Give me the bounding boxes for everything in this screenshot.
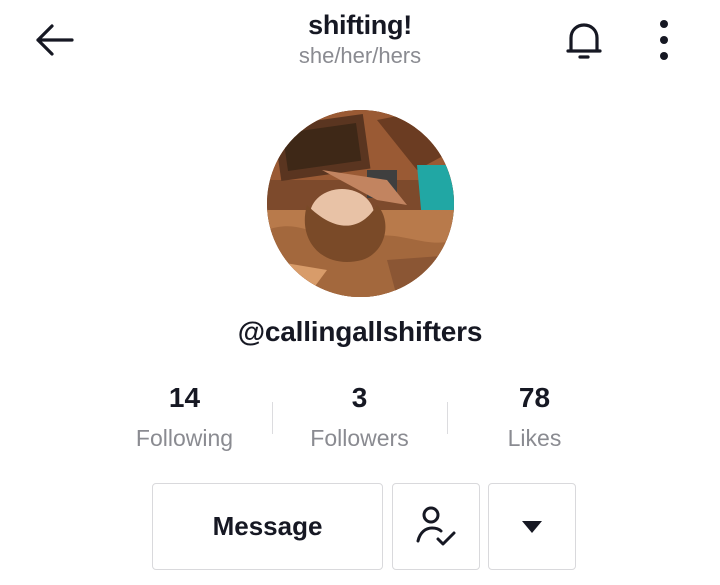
notifications-button[interactable] — [560, 16, 608, 64]
stat-likes[interactable]: 78 Likes — [447, 378, 622, 458]
profile-stats: 14 Following 3 Followers 78 Likes — [97, 378, 623, 458]
avatar[interactable] — [267, 110, 454, 297]
stat-divider — [447, 402, 448, 434]
message-button[interactable]: Message — [152, 483, 383, 570]
stat-value: 14 — [168, 382, 201, 413]
stat-following[interactable]: 14 Following — [97, 378, 272, 458]
stat-label: Followers — [310, 425, 409, 451]
page-title: shifting! — [308, 10, 412, 40]
more-options-button[interactable] — [648, 16, 680, 64]
following-status-button[interactable] — [392, 483, 480, 570]
stat-followers[interactable]: 3 Followers — [272, 378, 447, 458]
stat-divider — [272, 402, 273, 434]
caret-down-icon — [522, 520, 542, 533]
stat-value: 78 — [518, 382, 551, 413]
username: @callingallshifters — [237, 316, 483, 347]
profile-page: shifting! she/her/hers @callingallshifte… — [0, 0, 720, 585]
header-title-block: shifting! she/her/hers — [0, 8, 720, 70]
stat-label: Following — [135, 425, 234, 451]
suggested-accounts-dropdown-button[interactable] — [488, 483, 576, 570]
stat-label: Likes — [507, 425, 562, 451]
stat-value: 3 — [351, 382, 368, 413]
pronouns-subtitle: she/her/hers — [298, 43, 422, 68]
more-vertical-icon — [660, 20, 668, 60]
profile-photo — [267, 110, 454, 297]
bell-icon — [566, 23, 602, 59]
user-check-icon — [416, 506, 456, 545]
